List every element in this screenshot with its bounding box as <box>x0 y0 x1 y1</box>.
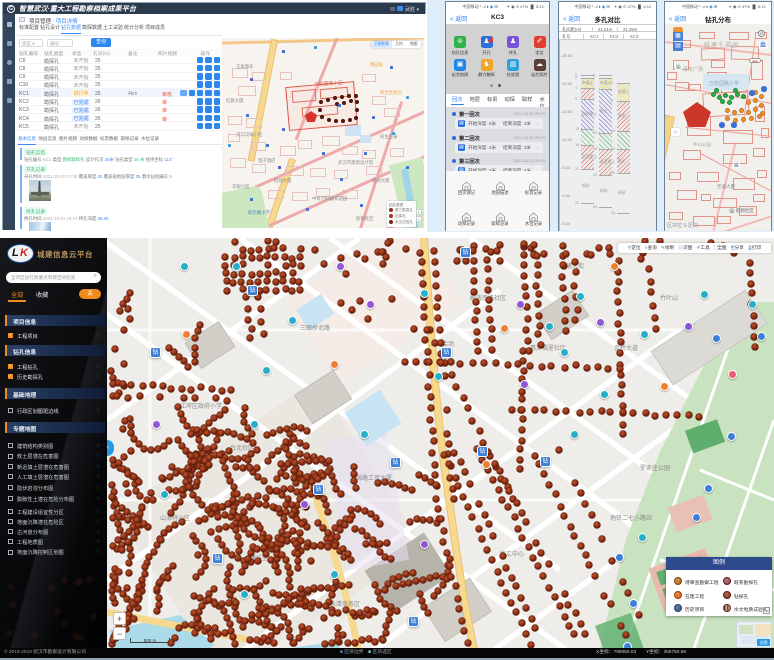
svg-text:竹叶山: 竹叶山 <box>660 294 678 302</box>
svg-text:罗家庄公园: 罗家庄公园 <box>640 464 670 472</box>
svg-text:三眼桥北路: 三眼桥北路 <box>300 324 330 332</box>
svg-text:地铁二七小路站: 地铁二七小路站 <box>610 514 652 522</box>
svg-text:山海特小区: 山海特小区 <box>160 514 190 522</box>
svg-text:江岸区政府小学: 江岸区政府小学 <box>180 402 222 410</box>
